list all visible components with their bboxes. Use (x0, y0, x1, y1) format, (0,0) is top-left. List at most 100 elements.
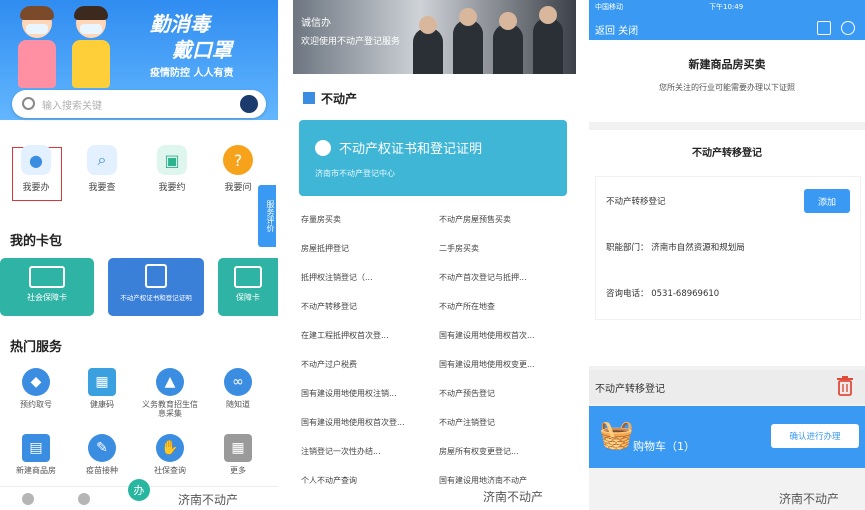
back-close-button[interactable]: 返回 关闭 (595, 22, 638, 37)
service-label: 新建商品房 (16, 466, 56, 475)
profile-tab-icon[interactable] (78, 493, 90, 505)
building-icon (303, 92, 315, 104)
service-link[interactable]: 不动产预告登记 (439, 388, 569, 399)
service-item[interactable]: ∞ 随知道 (210, 368, 266, 409)
photo-caption: 诚信办 (301, 18, 331, 29)
service-label: 疫苗接种 (86, 466, 118, 475)
search-icon (22, 97, 35, 110)
service-label: 健康码 (90, 400, 114, 409)
card-icon (29, 266, 65, 288)
service-link[interactable]: 不动产过户税费 (301, 359, 431, 370)
certificate-card[interactable]: 不动产权证书和登记证明 济南市不动产登记中心 (299, 120, 567, 196)
robot-assistant-icon[interactable] (240, 95, 258, 113)
card-property-certificate[interactable]: 不动产权证书和登记证明 (108, 258, 204, 316)
confirm-button[interactable]: 确认进行办理 (771, 424, 859, 448)
cart-line-item: 不动产转移登记 (589, 370, 865, 404)
service-link[interactable]: 不动产注销登记 (439, 417, 569, 428)
share-icon[interactable] (817, 21, 831, 35)
search-icon: ⌕ (87, 145, 117, 175)
service-item[interactable]: ◆ 预约取号 (8, 368, 64, 409)
service-item[interactable]: ▲ 义务教育招生信息采集 (142, 368, 198, 418)
service-label: 社保查询 (154, 466, 186, 475)
section-heading: 不动产 (303, 90, 357, 107)
link-icon: ∞ (224, 368, 252, 396)
cart-line-label: 不动产转移登记 (595, 384, 665, 395)
service-link[interactable]: 不动产所在地查 (439, 301, 569, 312)
trash-icon[interactable] (837, 376, 853, 396)
service-item[interactable]: ✎ 疫苗接种 (74, 434, 130, 475)
handle-tab-button[interactable]: 办 (128, 479, 150, 501)
service-item[interactable]: ✋ 社保查询 (142, 434, 198, 475)
add-button[interactable]: 添加 (804, 189, 850, 213)
service-link[interactable]: 不动产房屋预售买卖 (439, 214, 569, 225)
boy-illustration (68, 6, 114, 90)
item-detail-sheet: 不动产转移登记 不动产转移登记 添加 职能部门： 济南市自然资源和规划局 咨询电… (589, 130, 865, 366)
quick-action-appointment[interactable]: ▣ 我要约 (142, 145, 202, 193)
service-link[interactable]: 不动产首次登记与抵押... (439, 272, 569, 283)
user-icon: ● (21, 145, 51, 175)
service-link[interactable]: 国有建设用地使用权变更... (439, 359, 569, 370)
watermark: 济南不动产 (779, 492, 840, 506)
property-services-screen: 诚信办 欢迎使用不动产登记服务 不动产 不动产权证书和登记证明 济南市不动产登记… (293, 0, 576, 510)
card-label: 社会保障卡 (27, 293, 67, 302)
card-security-partial[interactable]: 保障卡 (218, 258, 278, 316)
carrier-status: 中国移动 (595, 3, 623, 11)
certificate-card-subtitle: 济南市不动产登记中心 (315, 169, 395, 178)
certificate-card-title: 不动产权证书和登记证明 (339, 142, 483, 157)
phone-row: 咨询电话： 0531-68969610 (606, 287, 719, 299)
watermark: 济南不动产 (483, 490, 544, 504)
service-link[interactable]: 抵押权注销登记（... (301, 272, 431, 283)
service-link[interactable]: 注销登记一次性办结... (301, 446, 431, 457)
card-icon (234, 266, 262, 288)
service-label: 更多 (230, 466, 246, 475)
service-link[interactable]: 在建工程抵押权首次登... (301, 330, 431, 341)
quick-action-label: 我要办 (22, 183, 50, 193)
basket-icon: 🧺 (599, 418, 634, 451)
service-link[interactable]: 国有建设用地使用权注销... (301, 388, 431, 399)
card-social-security[interactable]: 社会保障卡 (0, 258, 94, 316)
qr-icon: ▦ (88, 368, 116, 396)
service-item[interactable]: ▦ 更多 (210, 434, 266, 475)
dept-value: 济南市自然资源和规划局 (651, 243, 745, 253)
card-label: 不动产权证书和登记证明 (120, 294, 192, 302)
notice-sheet: 新建商品房买卖 您所关注的行业可能需要办理以下证照 (589, 40, 865, 122)
service-link[interactable]: 房屋抵押登记 (301, 243, 431, 254)
service-link[interactable]: 二手房买卖 (439, 243, 569, 254)
cart-screen: 中国移动 下午10:49 返回 关闭 新建商品房买卖 您所关注的行业可能需要办理… (589, 0, 865, 510)
watermark: 济南不动产 (178, 493, 239, 507)
business-photo-banner: 诚信办 欢迎使用不动产登记服务 (293, 0, 576, 74)
service-link[interactable]: 不动产转移登记 (301, 301, 431, 312)
service-item[interactable]: ▦ 健康码 (74, 368, 130, 409)
slogan-line1: 勤消毒 (150, 12, 210, 36)
graduate-icon: ▲ (156, 368, 184, 396)
notice-title: 新建商品房买卖 (688, 58, 766, 71)
girl-illustration (14, 6, 60, 90)
quick-action-handle[interactable]: ● 我要办 (6, 145, 66, 193)
cart-bar: 🧺 购物车（1） 确认进行办理 (589, 406, 865, 468)
search-bar[interactable]: 输入搜索关键 (12, 90, 266, 118)
quick-action-label: 我要查 (88, 183, 116, 193)
service-link[interactable]: 国有建设用地使用权首次... (439, 330, 569, 341)
hand-icon: ✋ (156, 434, 184, 462)
service-link[interactable]: 国有建设用地使用权首次登... (301, 417, 431, 428)
card-label: 保障卡 (236, 293, 260, 302)
hot-services-heading: 热门服务 (10, 340, 63, 355)
refresh-icon[interactable] (841, 21, 855, 35)
service-link[interactable]: 国有建设用地济南不动产 (439, 475, 569, 486)
service-item[interactable]: ▤ 新建商品房 (8, 434, 64, 475)
notice-text: 您所关注的行业可能需要办理以下证照 (659, 83, 795, 92)
service-link[interactable]: 房屋所有权变更登记... (439, 446, 569, 457)
service-label: 义务教育招生信息采集 (142, 400, 198, 419)
document-icon: ▤ (22, 434, 50, 462)
quick-action-query[interactable]: ⌕ 我要查 (72, 145, 132, 193)
home-tab-icon[interactable] (22, 493, 34, 505)
service-link[interactable]: 个人不动产查询 (301, 475, 431, 486)
quick-action-label: 我要约 (158, 183, 186, 193)
item-card: 不动产转移登记 添加 职能部门： 济南市自然资源和规划局 咨询电话： 0531-… (595, 176, 861, 320)
side-feedback-tab[interactable]: 服务评价 (258, 185, 276, 247)
cart-count-label[interactable]: 购物车（1） (633, 438, 695, 454)
house-icon (145, 264, 167, 288)
document-icon (315, 140, 331, 156)
syringe-icon: ✎ (88, 434, 116, 462)
service-link[interactable]: 存量房买卖 (301, 214, 431, 225)
